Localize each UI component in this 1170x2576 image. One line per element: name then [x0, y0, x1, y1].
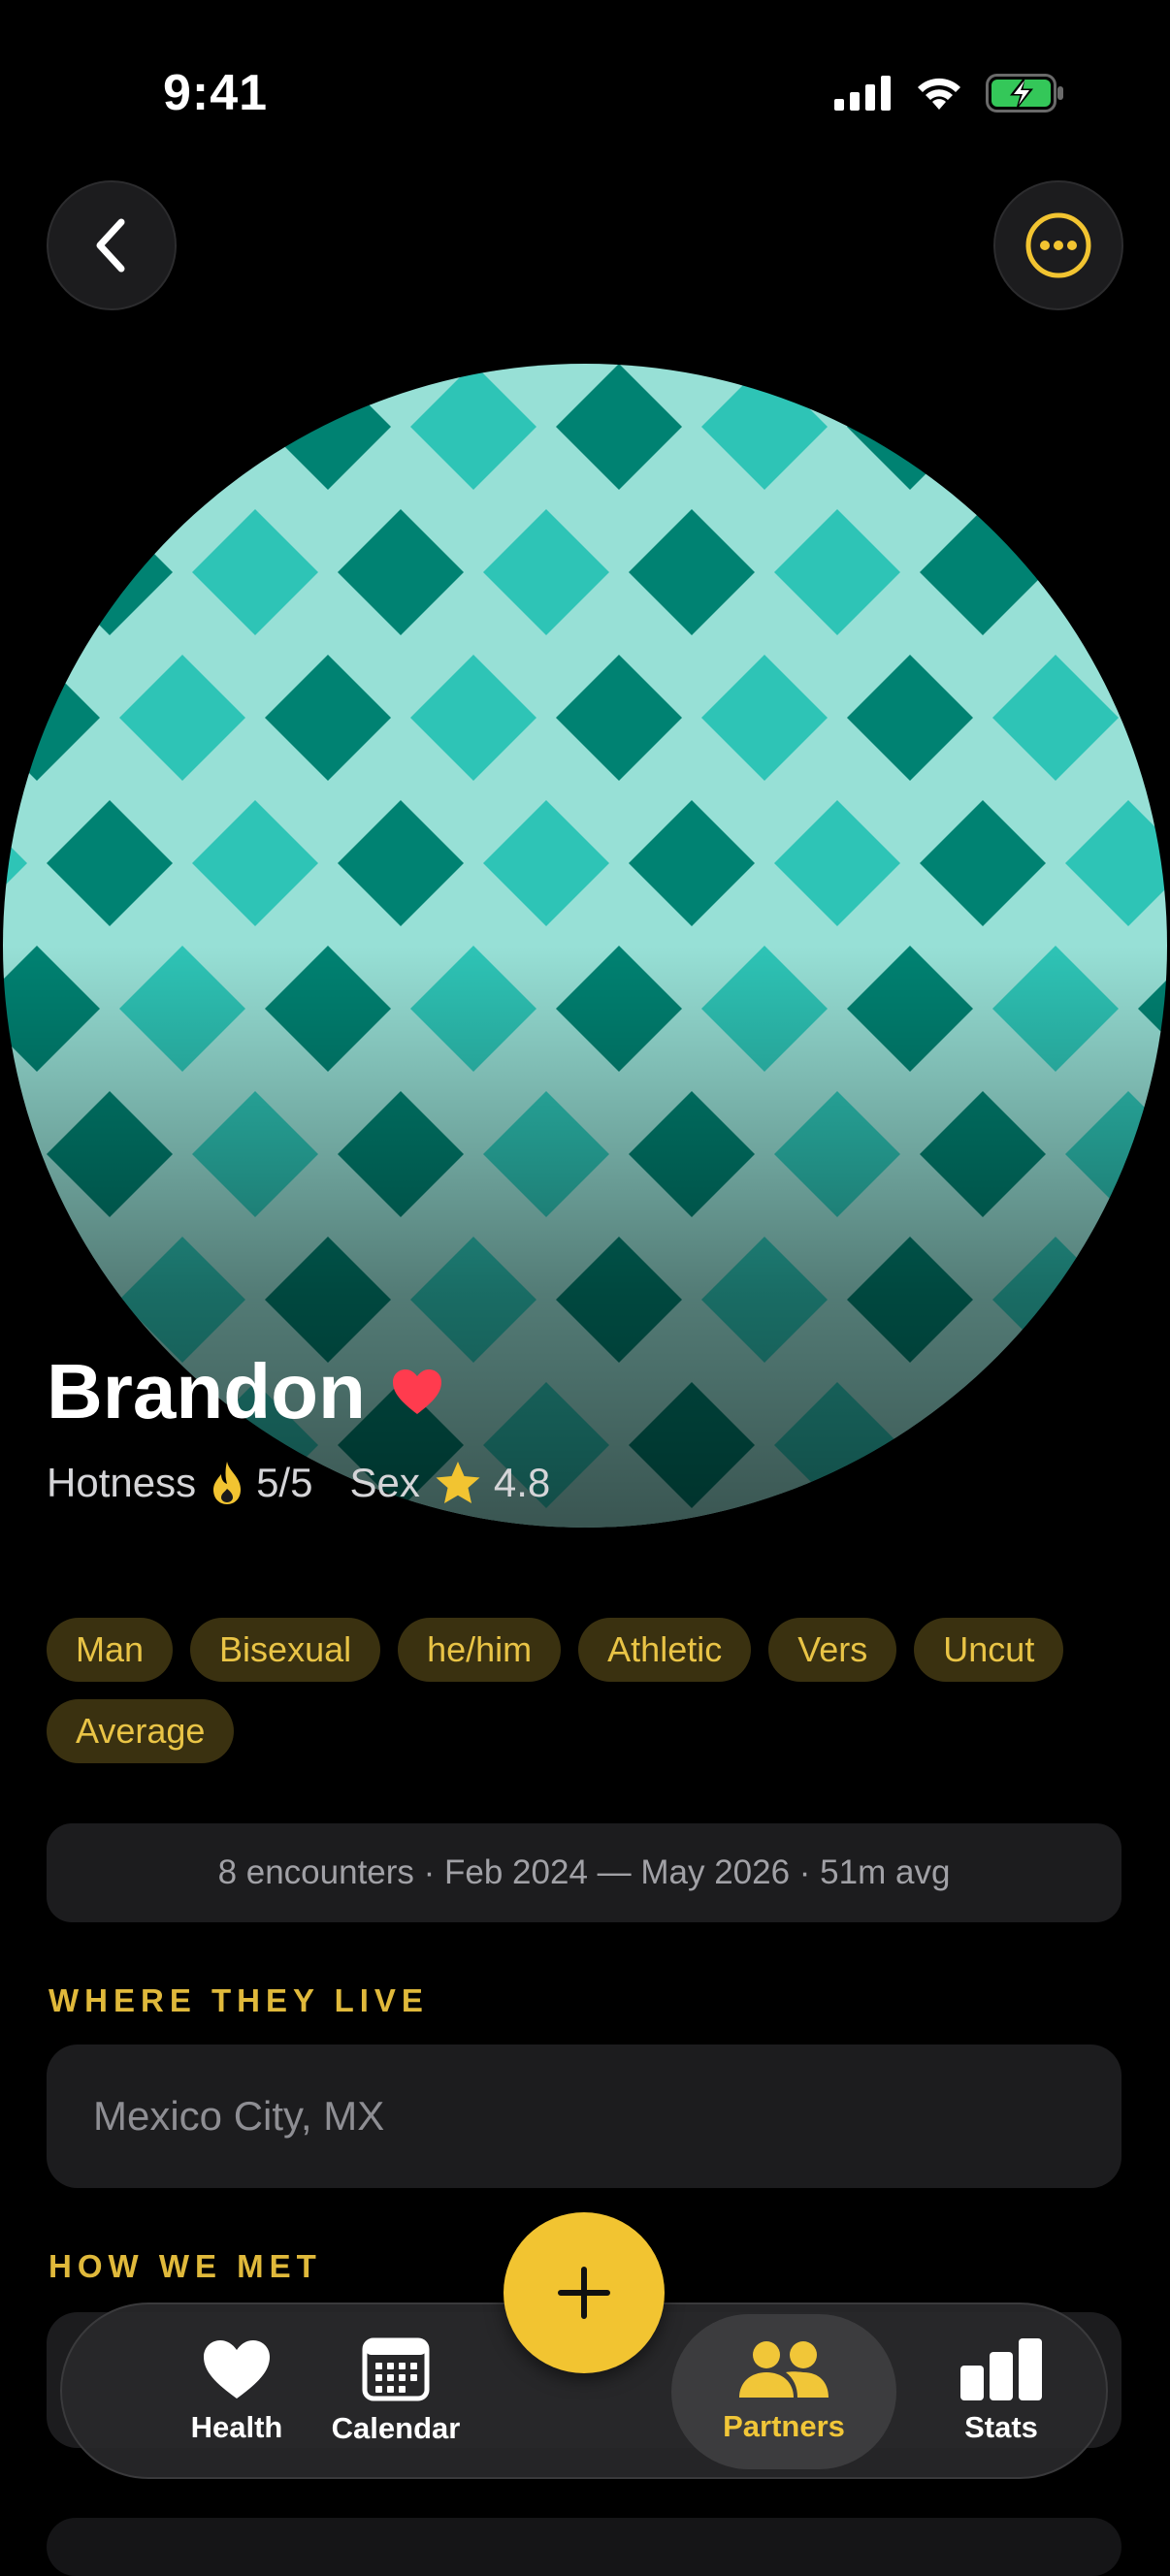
tag-chip[interactable]: Average [47, 1699, 235, 1763]
partner-name: Brandon [47, 1348, 366, 1434]
add-encounter-button[interactable] [504, 2212, 665, 2373]
bar-chart-icon [960, 2338, 1042, 2400]
chevron-left-icon [96, 218, 125, 273]
tag-chip[interactable]: Uncut [914, 1618, 1064, 1682]
tag-chip[interactable]: Athletic [578, 1618, 752, 1682]
back-button[interactable] [47, 180, 177, 310]
encounter-summary: 8 encounters · Feb 2024 — May 2026 · 51m… [47, 1823, 1121, 1922]
tag-chip[interactable]: Bisexual [190, 1618, 381, 1682]
how-we-met-label: HOW WE MET [49, 2248, 322, 2284]
tab-health[interactable]: Health [149, 2314, 324, 2469]
status-bar: 9:41 [0, 0, 1170, 184]
name-row: Brandon [47, 1353, 443, 1431]
wifi-icon [918, 78, 960, 110]
tab-label: Health [190, 2410, 283, 2444]
tab-label: Stats [964, 2410, 1038, 2444]
status-icons [834, 74, 1065, 113]
more-options-button[interactable] [993, 180, 1123, 310]
where-they-live-label: WHERE THEY LIVE [49, 1982, 429, 2018]
calendar-icon [362, 2337, 430, 2401]
favorite-heart-icon[interactable] [391, 1368, 443, 1416]
tag-chip[interactable]: he/him [398, 1618, 562, 1682]
star-icon [436, 1462, 480, 1503]
attribute-tags: Man Bisexual he/him Athletic Vers Uncut … [47, 1618, 1133, 1763]
sex-label: Sex [349, 1460, 420, 1505]
flame-icon [213, 1462, 242, 1504]
tab-stats[interactable]: Stats [914, 2314, 1089, 2469]
hotness-value: 5/5 [256, 1460, 313, 1505]
people-icon [739, 2341, 829, 2398]
status-time: 9:41 [163, 65, 269, 121]
tag-chip[interactable]: Man [47, 1618, 174, 1682]
rating-row: Hotness 5/5 Sex 4.8 [47, 1460, 550, 1506]
tab-calendar[interactable]: Calendar [299, 2314, 493, 2469]
hotness-label: Hotness [47, 1460, 197, 1505]
ellipsis-circle-icon [1025, 212, 1091, 278]
location-field[interactable]: Mexico City, MX [47, 2045, 1121, 2188]
battery-charging-icon [986, 74, 1063, 113]
cellular-signal-icon [834, 76, 891, 111]
tab-partners[interactable]: Partners [671, 2314, 896, 2469]
tab-label: Calendar [331, 2411, 461, 2445]
next-section-card [47, 2518, 1121, 2576]
tab-label: Partners [723, 2409, 845, 2443]
sex-value: 4.8 [493, 1460, 551, 1505]
plus-icon [558, 2267, 610, 2319]
tag-chip[interactable]: Vers [768, 1618, 897, 1682]
heart-icon [204, 2340, 270, 2399]
